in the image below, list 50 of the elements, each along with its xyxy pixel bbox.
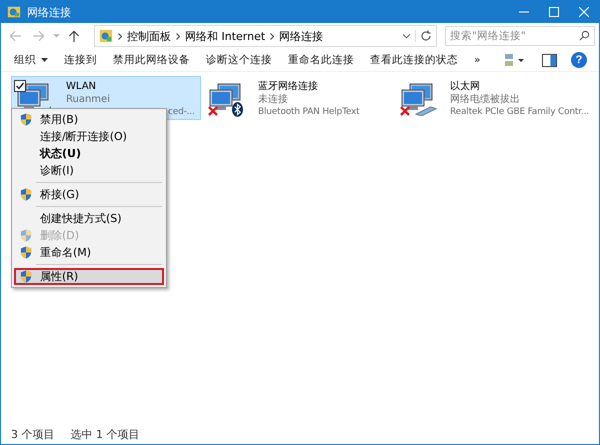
menu-item[interactable]: 诊断(I) xyxy=(14,162,164,179)
network-cable-icon xyxy=(414,105,438,116)
maximize-icon[interactable] xyxy=(549,7,559,17)
menu-item[interactable]: 属性(R) xyxy=(14,268,164,285)
chevron-icon xyxy=(118,32,122,40)
toolbar-button[interactable]: 重命名此连接 xyxy=(281,50,361,70)
adapter-name: ced-... xyxy=(167,106,195,119)
item-count: 3 个项目 xyxy=(11,426,54,442)
breadcrumb[interactable]: 网络连接 xyxy=(279,28,324,44)
toolbar-button[interactable]: 禁用此网络设备 xyxy=(106,50,197,70)
refresh-icon[interactable] xyxy=(415,30,432,42)
chevron-icon xyxy=(176,32,180,40)
preview-pane-icon[interactable] xyxy=(542,52,557,68)
address-bar[interactable]: 控制面板 网络和 Internet 网络连接 xyxy=(94,25,437,47)
control-panel-icon xyxy=(99,29,113,43)
chevron-icon xyxy=(270,32,274,40)
connection-status: 网络电缆被拔出 xyxy=(450,93,521,106)
view-options-icon[interactable] xyxy=(504,52,526,68)
menu-item[interactable]: 状态(U) xyxy=(14,145,164,162)
network-folder-icon xyxy=(7,5,21,19)
window-title: 网络连接 xyxy=(27,4,71,20)
search-icon xyxy=(579,30,590,41)
breadcrumb[interactable]: 控制面板 xyxy=(127,28,171,44)
bluetooth-icon xyxy=(232,102,243,117)
toolbar-button[interactable]: 连接到 xyxy=(57,50,104,70)
selection-count: 选中 1 个项目 xyxy=(70,426,140,442)
toolbar-button[interactable]: 查看此连接的状态 xyxy=(363,50,465,70)
toolbar-button[interactable]: » xyxy=(467,51,488,69)
up-arrow-icon[interactable] xyxy=(67,29,81,43)
adapter-name: Realtek PCIe GBE Family Contr... xyxy=(450,106,589,119)
connection-item[interactable]: 以太网 网络电缆被拔出 Realtek PCIe GBE Family Contr... xyxy=(395,76,597,120)
toolbar-button[interactable]: 组织 xyxy=(7,50,55,70)
dropdown-caret-icon[interactable] xyxy=(403,34,410,38)
menu-item[interactable]: 重命名(M) xyxy=(14,244,164,261)
connection-name: WLAN xyxy=(66,80,98,93)
connection-name: 以太网 xyxy=(450,80,481,93)
menu-item[interactable]: 创建快捷方式(S) xyxy=(14,210,164,227)
connection-name: 蓝牙网络连接 xyxy=(258,80,319,93)
help-button[interactable]: ? xyxy=(571,52,587,68)
connection-item[interactable]: 蓝牙网络连接 未连接 Bluetooth PAN HelpText xyxy=(203,76,393,120)
close-icon[interactable] xyxy=(579,7,589,17)
breadcrumb[interactable]: 网络和 Internet xyxy=(185,28,266,44)
toolbar-button[interactable]: 诊断这个连接 xyxy=(199,50,279,70)
adapter-name: Bluetooth PAN HelpText xyxy=(258,106,360,119)
menu-item[interactable]: 桥接(G) xyxy=(14,186,164,203)
menu-item[interactable]: 连接/断开连接(O) xyxy=(14,128,164,145)
connection-status: Ruanmei xyxy=(66,93,111,106)
search-field[interactable]: 搜索"网络连接" xyxy=(445,26,595,46)
checkbox[interactable] xyxy=(14,80,26,92)
connection-status: 未连接 xyxy=(258,93,289,106)
